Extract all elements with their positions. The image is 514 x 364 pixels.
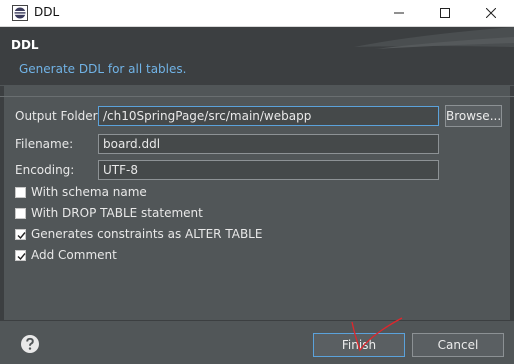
maximize-button[interactable]: [422, 0, 468, 26]
checkbox[interactable]: [15, 187, 26, 198]
minimize-button[interactable]: [376, 0, 422, 26]
option-label: With schema name: [31, 185, 147, 199]
checkmark-icon: [17, 253, 26, 261]
header-title: DDL: [11, 38, 39, 52]
header-message: Generate DDL for all tables.: [19, 62, 187, 76]
dialog-header: DDL Generate DDL for all tables.: [0, 27, 514, 85]
window-title: DDL: [34, 5, 60, 19]
checkbox[interactable]: [15, 250, 26, 261]
option-label: Generates constraints as ALTER TABLE: [31, 227, 263, 241]
close-icon: [486, 8, 496, 18]
checkmark-icon: [17, 232, 26, 240]
checkbox[interactable]: [15, 229, 26, 240]
output-folder-input[interactable]: /ch10SpringPage/src/main/webapp: [98, 106, 439, 126]
content-left-border: [0, 86, 4, 320]
cancel-button[interactable]: Cancel: [412, 333, 504, 357]
encoding-label: Encoding:: [15, 163, 75, 177]
minimize-icon: [394, 12, 404, 14]
checkbox[interactable]: [15, 208, 26, 219]
maximize-icon: [440, 8, 450, 18]
window-titlebar: DDL: [0, 0, 514, 27]
encoding-input[interactable]: UTF-8: [98, 160, 439, 180]
output-folder-label: Output Folder:: [15, 109, 102, 123]
close-button[interactable]: [468, 0, 514, 26]
header-separator: [0, 96, 514, 97]
eclipse-icon: [12, 5, 28, 21]
option-label: Add Comment: [31, 248, 117, 262]
header-banner-graphic: [354, 27, 514, 49]
browse-button[interactable]: Browse...: [445, 105, 502, 127]
content-right-border: [510, 86, 514, 320]
red-annotation-checkmark: [351, 317, 403, 352]
filename-label: Filename:: [15, 137, 74, 151]
help-icon[interactable]: [20, 334, 40, 354]
filename-input[interactable]: board.ddl: [98, 134, 439, 154]
option-label: With DROP TABLE statement: [31, 206, 203, 220]
